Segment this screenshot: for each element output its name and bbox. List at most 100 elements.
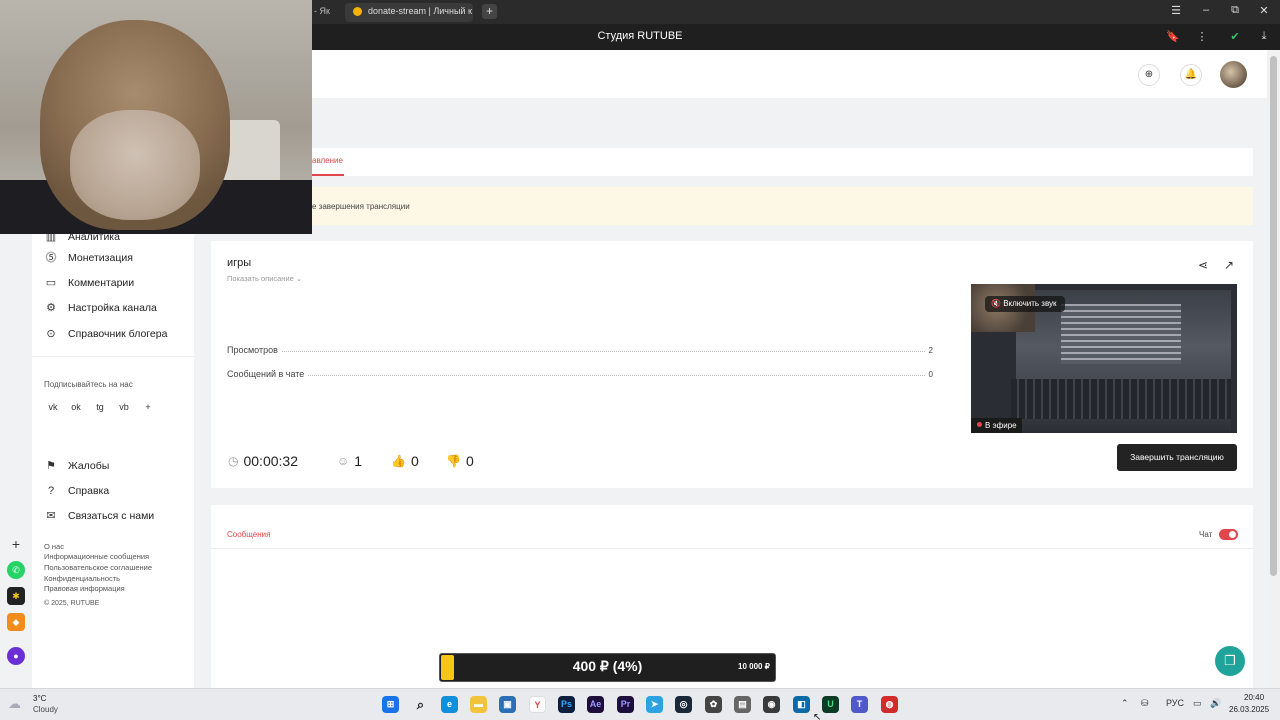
obs-icon[interactable]: ◉ [763,696,780,713]
clock-icon: ◷ [228,454,239,468]
sidebar-item-comments[interactable]: ▭ Комментарии [44,275,134,291]
more-icon[interactable]: ⋮ [1194,30,1210,43]
start-icon[interactable]: ⊞ [382,696,399,713]
flag-icon: ⚑ [46,460,56,472]
upload-icon[interactable]: ⊕ [1138,64,1160,86]
tab-messages[interactable]: Сообщения [227,530,270,539]
webcam-face [70,110,200,220]
minimize-button[interactable]: – [1197,4,1215,16]
donation-goal: 10 000 ₽ [738,662,770,671]
ok-icon[interactable]: ok [68,400,84,414]
app-icon-red[interactable]: ◍ [881,696,898,713]
stream-title: игры [227,257,252,269]
bookmark-icon[interactable]: 🔖 [1165,30,1181,43]
open-external-icon[interactable]: ↗ [1222,258,1236,272]
tray-chevron-icon[interactable]: ⌃ [1121,698,1129,709]
dislikes-counter: 👎 0 [446,453,474,469]
footer-link-legal[interactable]: Правовая информация [44,584,125,593]
support-chat-button[interactable]: ❐ [1215,646,1245,676]
folder-icon[interactable]: ▬ [470,696,487,713]
sidebar-item-label: Справочник блогера [68,328,168,340]
tab-management[interactable]: авление [312,156,343,165]
likes-value: 0 [410,453,419,469]
premiere-icon[interactable]: Pr [617,696,634,713]
app-icon-green[interactable]: U [822,696,839,713]
footer-link-about[interactable]: О нас [44,542,64,551]
sidebar-item-label: Жалобы [68,460,110,472]
edge-icon[interactable]: e [441,696,458,713]
unmute-button[interactable]: 🔇 Включить звук [985,296,1065,312]
whatsapp-icon[interactable]: ✆ [7,561,25,579]
browser-menu-icon[interactable]: ☰ [1167,4,1185,17]
dislikes-value: 0 [465,453,474,469]
protect-icon[interactable]: ✔ [1227,30,1243,43]
clock-date[interactable]: 26.03.2025 [1229,705,1269,714]
duration-counter: ◷ 00:00:32 [228,453,298,469]
add-icon[interactable]: + [7,535,25,553]
sidebar-item-label: Комментарии [68,277,135,289]
viewers-counter: ☺ 1 [337,453,362,469]
viber-icon[interactable]: vb [116,400,132,414]
network-icon[interactable]: ▭ [1193,698,1202,709]
sidebar-item-channel-settings[interactable]: ⚙ Настройка канала [44,300,157,316]
browser-tab-partial[interactable]: - Як [314,6,330,16]
app-icon-blue[interactable]: ◧ [793,696,810,713]
steam-icon[interactable]: ◎ [675,696,692,713]
chat-toggle-label: Чат [1199,530,1213,539]
maximize-button[interactable]: ⧉ [1226,4,1244,17]
volume-icon[interactable]: 🔊 [1210,698,1221,709]
bell-icon[interactable]: 🔔 [1180,64,1202,86]
more-socials-icon[interactable]: + [140,400,156,414]
footer-link-info[interactable]: Информационные сообщения [44,552,149,561]
weather-temperature[interactable]: 3°C [33,694,46,703]
app-icon-gray[interactable]: ▤ [734,696,751,713]
telegram-icon[interactable]: tg [92,400,108,414]
sidebar-item-blogger-guide[interactable]: ⊙ Справочник блогера [44,326,167,342]
sidebar-item-contact[interactable]: ✉ Связаться с нами [44,508,154,524]
live-label: В эфире [985,421,1017,430]
share-icon[interactable]: ⋖ [1196,258,1210,272]
app-icon-purple[interactable]: ● [7,647,25,665]
coin-icon: ⓹ [45,252,57,264]
chat-toggle[interactable] [1219,529,1238,540]
sidebar-item-monetization[interactable]: ⓹ Монетизация [44,250,133,266]
viewers-value: 1 [354,453,363,469]
browser-tab-title[interactable]: donate-stream | Личный к [368,6,472,16]
clock-time[interactable]: 20:40 [1244,693,1264,702]
app-icon[interactable]: ✱ [7,587,25,605]
stat-value: 2 [928,346,933,355]
live-badge: В эфире [971,418,1022,433]
gear-icon: ⚙ [46,302,56,314]
footer-link-privacy[interactable]: Конфиденциальность [44,574,120,583]
tray-drive-icon[interactable]: ⛁ [1141,698,1149,709]
app-icon-dark[interactable]: ✿ [705,696,722,713]
language-indicator[interactable]: РУС [1166,698,1184,708]
sidebar-item-label: Связаться с нами [68,510,155,522]
teams-icon[interactable]: T [851,696,868,713]
unmute-label: Включить звук [1003,299,1057,308]
footer-link-terms[interactable]: Пользовательское соглашение [44,563,152,572]
download-icon[interactable]: ⤓ [1256,30,1272,43]
search-icon[interactable]: ⌕ [412,696,429,713]
show-description-link[interactable]: Показать описание ⌄ [227,274,302,283]
sidebar-item-complaints[interactable]: ⚑ Жалобы [44,458,109,474]
mouse-cursor-icon: ↖ [813,712,822,720]
vk-icon[interactable]: vk [45,400,61,414]
new-tab-button[interactable]: + [482,4,497,19]
photoshop-icon[interactable]: Ps [558,696,575,713]
scrollbar-thumb[interactable] [1270,56,1277,576]
sidebar-item-label: Монетизация [68,252,133,264]
telegram-app-icon[interactable]: ➤ [646,696,663,713]
donation-amount: 400 ₽ (4%) [572,658,643,674]
store-icon[interactable]: ▣ [499,696,516,713]
end-stream-button[interactable]: Завершить трансляцию [1117,444,1237,471]
warning-banner [312,187,1253,225]
likes-counter: 👍 0 [391,453,419,469]
after-effects-icon[interactable]: Ae [587,696,604,713]
sidebar-item-help[interactable]: ? Справка [44,483,109,499]
close-window-button[interactable]: ✕ [1255,4,1273,17]
avatar[interactable] [1220,61,1247,88]
yandex-browser-icon[interactable]: Y [529,696,546,713]
weather-description[interactable]: Cloudy [33,705,58,714]
app-icon-orange[interactable]: ◆ [7,613,25,631]
